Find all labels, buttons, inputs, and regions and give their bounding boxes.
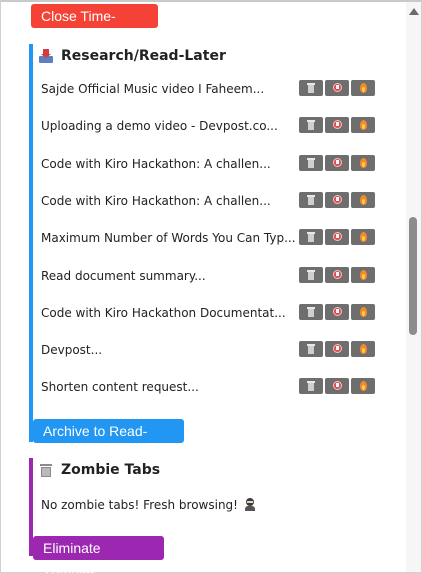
alarm-clock-icon <box>325 229 349 245</box>
tab-actions <box>299 341 375 357</box>
alarm-clock-icon <box>325 378 349 394</box>
tab-title[interactable]: Shorten content request... <box>41 380 199 394</box>
alarm-clock-icon <box>325 267 349 283</box>
close-tab-button[interactable] <box>299 378 323 394</box>
wastebasket-icon <box>39 463 53 477</box>
scroll-up-arrow-icon[interactable] <box>409 8 419 15</box>
trash-icon <box>299 192 323 208</box>
trash-icon <box>299 80 323 96</box>
tab-row[interactable]: Code with Kiro Hackathon: A challen... <box>41 192 386 212</box>
alarm-clock-icon <box>325 304 349 320</box>
tab-actions <box>299 304 375 320</box>
ninja-icon <box>244 498 256 511</box>
tab-title[interactable]: Code with Kiro Hackathon Documentat... <box>41 306 286 320</box>
close-tab-button[interactable] <box>299 192 323 208</box>
close-tab-button[interactable] <box>299 304 323 320</box>
tab-row[interactable]: Sajde Official Music video I Faheem... <box>41 80 386 100</box>
zombie-empty-message: No zombie tabs! Fresh browsing! <box>41 498 256 512</box>
alarm-clock-icon <box>325 80 349 96</box>
tab-row[interactable]: Devpost... <box>41 341 386 361</box>
trash-icon <box>299 304 323 320</box>
tab-title[interactable]: Code with Kiro Hackathon: A challen... <box>41 194 271 208</box>
alarm-clock-icon <box>325 117 349 133</box>
snooze-button[interactable] <box>325 192 349 208</box>
tab-actions <box>299 267 375 283</box>
tab-row[interactable]: Code with Kiro Hackathon Documentat... <box>41 304 386 324</box>
close-tab-button[interactable] <box>299 80 323 96</box>
research-header: Research/Read-Later <box>39 46 226 66</box>
close-tab-button[interactable] <box>299 341 323 357</box>
snooze-button[interactable] <box>325 341 349 357</box>
burn-button[interactable] <box>351 80 375 96</box>
fire-icon <box>351 192 375 208</box>
burn-button[interactable] <box>351 155 375 171</box>
fire-icon <box>351 378 375 394</box>
tab-title[interactable]: Sajde Official Music video I Faheem... <box>41 82 264 96</box>
burn-button[interactable] <box>351 229 375 245</box>
research-section: Research/Read-Later Sajde Official Music… <box>29 44 389 442</box>
snooze-button[interactable] <box>325 80 349 96</box>
close-tab-button[interactable] <box>299 117 323 133</box>
zombie-message-text: No zombie tabs! Fresh browsing! <box>41 498 238 512</box>
tab-title[interactable]: Code with Kiro Hackathon: A challen... <box>41 157 271 171</box>
fire-icon <box>351 229 375 245</box>
tab-actions <box>299 229 375 245</box>
close-time-sinks-button[interactable]: Close Time-Sinks <box>31 4 158 48</box>
snooze-button[interactable] <box>325 155 349 171</box>
fire-icon <box>351 155 375 171</box>
tab-actions <box>299 80 375 96</box>
fire-icon <box>351 267 375 283</box>
trash-icon <box>299 378 323 394</box>
tab-row[interactable]: Maximum Number of Words You Can Typ... <box>41 229 386 249</box>
burn-button[interactable] <box>351 192 375 208</box>
trash-icon <box>299 155 323 171</box>
alarm-clock-icon <box>325 341 349 357</box>
tab-actions <box>299 155 375 171</box>
tab-row[interactable]: Uploading a demo video - Devpost.co... <box>41 117 386 137</box>
tab-actions <box>299 378 375 394</box>
burn-button[interactable] <box>351 267 375 283</box>
tab-actions <box>299 192 375 208</box>
fire-icon <box>351 341 375 357</box>
scroll-thumb[interactable] <box>409 217 417 335</box>
snooze-button[interactable] <box>325 229 349 245</box>
tab-actions <box>299 117 375 133</box>
burn-button[interactable] <box>351 117 375 133</box>
fire-icon <box>351 80 375 96</box>
close-tab-button[interactable] <box>299 155 323 171</box>
snooze-button[interactable] <box>325 117 349 133</box>
snooze-button[interactable] <box>325 378 349 394</box>
zombie-header: Zombie Tabs <box>39 460 160 480</box>
snooze-button[interactable] <box>325 267 349 283</box>
tab-row[interactable]: Shorten content request... <box>41 378 386 398</box>
alarm-clock-icon <box>325 155 349 171</box>
burn-button[interactable] <box>351 378 375 394</box>
close-tab-button[interactable] <box>299 229 323 245</box>
fire-icon <box>351 117 375 133</box>
trash-icon <box>299 267 323 283</box>
archive-to-read-later-button[interactable]: Archive to Read-Later <box>33 419 184 463</box>
scrollbar[interactable] <box>406 2 421 572</box>
tab-row[interactable]: Read document summary... <box>41 267 386 287</box>
alarm-clock-icon <box>325 192 349 208</box>
trash-icon <box>299 117 323 133</box>
inbox-tray-icon <box>39 49 53 63</box>
tab-title[interactable]: Devpost... <box>41 343 102 357</box>
tab-title[interactable]: Read document summary... <box>41 269 206 283</box>
tab-title[interactable]: Uploading a demo video - Devpost.co... <box>41 119 278 133</box>
trash-icon <box>299 341 323 357</box>
fire-icon <box>351 304 375 320</box>
burn-button[interactable] <box>351 304 375 320</box>
close-tab-button[interactable] <box>299 267 323 283</box>
eliminate-zombies-button[interactable]: Eliminate Zombies <box>33 536 164 573</box>
trash-icon <box>299 229 323 245</box>
burn-button[interactable] <box>351 341 375 357</box>
tab-row[interactable]: Code with Kiro Hackathon: A challen... <box>41 155 386 175</box>
tab-title[interactable]: Maximum Number of Words You Can Typ... <box>41 231 296 245</box>
research-title: Research/Read-Later <box>61 48 226 64</box>
snooze-button[interactable] <box>325 304 349 320</box>
zombie-title: Zombie Tabs <box>61 462 161 478</box>
